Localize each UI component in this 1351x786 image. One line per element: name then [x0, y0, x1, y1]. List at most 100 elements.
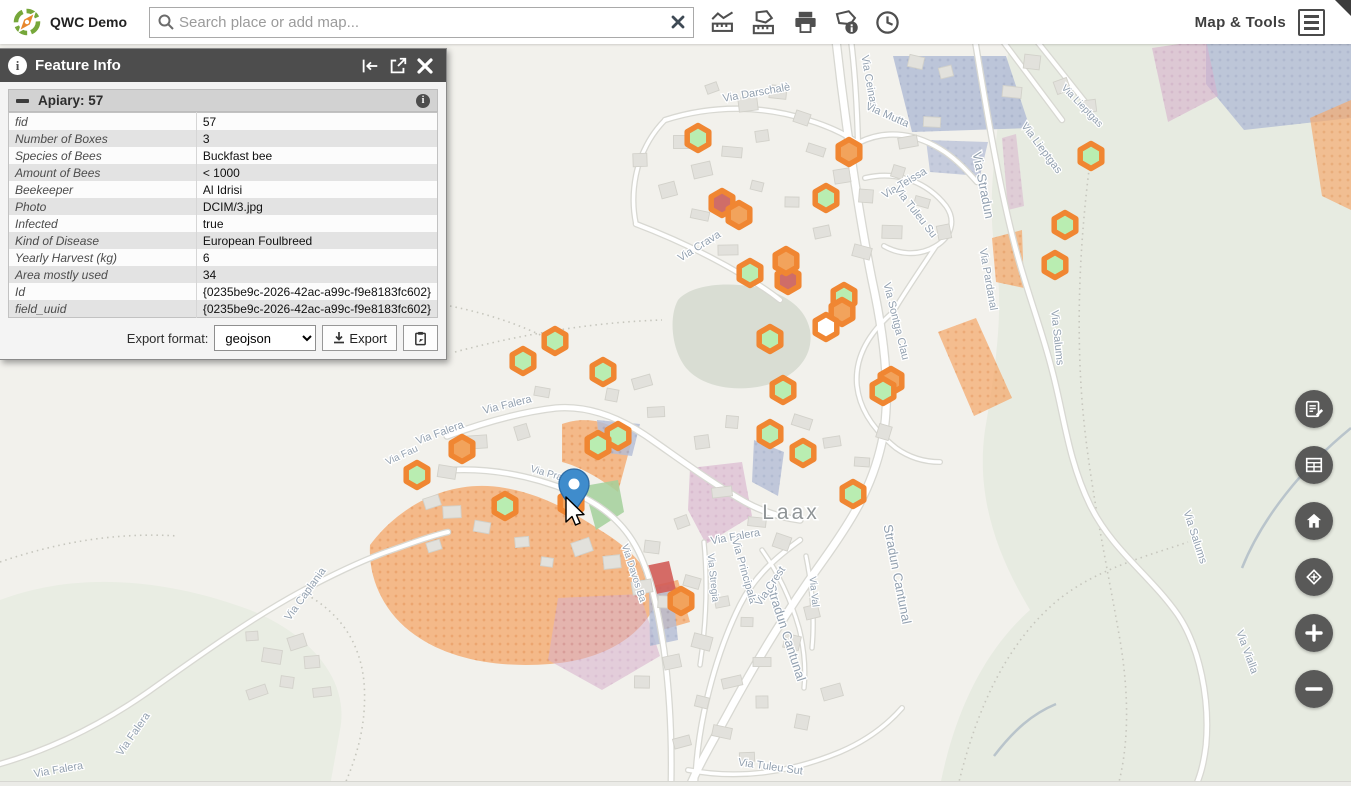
panel-title: Feature Info [35, 57, 356, 74]
attribute-row: Yearly Harvest (kg)6 [9, 249, 438, 266]
building [823, 436, 841, 449]
attribute-label: fid [9, 113, 197, 131]
apiary-hexagon-marker[interactable] [842, 482, 864, 507]
export-button[interactable]: Export [322, 325, 397, 351]
bottom-bar [0, 781, 1351, 786]
attribute-table-button[interactable] [1295, 446, 1333, 484]
attribute-row: PhotoDCIM/3.jpg [9, 198, 438, 215]
attribute-value: European Foulbreed [196, 232, 437, 249]
collapse-icon[interactable] [16, 99, 29, 103]
apiary-hexagon-marker[interactable] [687, 126, 709, 151]
apiary-hexagon-marker[interactable] [670, 589, 692, 614]
attribute-label: Species of Bees [9, 147, 197, 164]
sketch-button[interactable] [1295, 390, 1333, 428]
search-input[interactable] [175, 14, 663, 31]
attribute-label: Area mostly used [9, 266, 197, 283]
apiary-hexagon-marker[interactable] [792, 441, 814, 466]
attribute-row: Id{0235be9c-2026-42ac-a99c-f9e8183fc602} [9, 283, 438, 300]
attribute-value: 6 [196, 249, 437, 266]
attribute-label: Infected [9, 215, 197, 232]
corner-decoration [1335, 0, 1351, 16]
detach-icon[interactable] [384, 56, 412, 76]
apiary-hexagon-marker[interactable] [587, 433, 609, 458]
attribute-value: Buckfast bee [196, 147, 437, 164]
app-menu-button[interactable] [1298, 9, 1325, 36]
apiary-hexagon-marker[interactable] [406, 463, 428, 488]
building [756, 696, 768, 708]
feature-section-header[interactable]: Apiary: 57 i [8, 89, 438, 112]
attribute-label: Beekeeper [9, 181, 197, 198]
close-icon[interactable] [412, 57, 438, 75]
attribute-row: Kind of DiseaseEuropean Foulbreed [9, 232, 438, 249]
apiary-hexagon-marker[interactable] [592, 360, 614, 385]
apiary-hexagon-marker[interactable] [1054, 213, 1076, 238]
landuse-polygon [940, 40, 1351, 786]
measure-area-icon[interactable] [749, 7, 780, 38]
export-download-icon [332, 331, 346, 345]
apiary-hexagon-marker[interactable] [494, 494, 516, 519]
attribute-value: 57 [196, 113, 437, 131]
top-toolbar: QWC Demo [0, 0, 1351, 44]
apiary-hexagon-marker[interactable] [512, 349, 534, 374]
apiary-hexagon-marker[interactable] [815, 186, 837, 211]
measure-icon[interactable] [708, 7, 739, 38]
plus-icon [1305, 624, 1323, 642]
building [718, 245, 738, 255]
locate-button[interactable] [1295, 558, 1333, 596]
apiary-hexagon-marker[interactable] [451, 437, 473, 462]
feature-info-icon[interactable]: i [416, 94, 430, 108]
table-icon [1304, 455, 1324, 475]
apiary-hexagon-marker[interactable] [739, 261, 761, 286]
attribute-row: field_uuid{0235be9c-2026-42ac-a99c-f9e81… [9, 300, 438, 318]
attribute-value: {0235be9c-2026-42ac-a99c-f9e8183fc602} [196, 300, 437, 318]
clipboard-button[interactable] [403, 325, 438, 351]
building [644, 540, 660, 554]
print-icon[interactable] [790, 7, 821, 38]
building [833, 168, 851, 184]
identify-region-icon[interactable] [831, 7, 862, 38]
attribute-row: Species of BeesBuckfast bee [9, 147, 438, 164]
zoom-out-button[interactable] [1295, 670, 1333, 708]
building [280, 676, 294, 689]
apiary-hexagon-marker[interactable] [544, 329, 566, 354]
apiary-hexagon-marker[interactable] [815, 315, 837, 340]
attribute-label: Number of Boxes [9, 130, 197, 147]
apiary-hexagon-marker[interactable] [775, 249, 797, 274]
attribute-row: Amount of Bees< 1000 [9, 164, 438, 181]
building [1023, 54, 1041, 70]
dock-icon[interactable] [356, 56, 384, 76]
toolbar-tools [708, 7, 903, 38]
apiary-hexagon-marker[interactable] [1044, 253, 1066, 278]
apiary-hexagon-marker[interactable] [838, 140, 860, 165]
apiary-hexagon-marker[interactable] [728, 203, 750, 228]
attribute-label: Kind of Disease [9, 232, 197, 249]
attribute-table: fid57Number of Boxes3Species of BeesBuck… [8, 112, 438, 318]
apiary-hexagon-marker[interactable] [759, 422, 781, 447]
home-button[interactable] [1295, 502, 1333, 540]
crosshair-icon [1304, 567, 1324, 587]
apiary-hexagon-marker[interactable] [772, 378, 794, 403]
map-tools-label[interactable]: Map & Tools [1195, 14, 1286, 31]
building [694, 435, 710, 450]
search-box [149, 7, 694, 38]
apiary-hexagon-marker[interactable] [872, 379, 894, 404]
search-clear-icon[interactable] [663, 15, 693, 29]
attribute-value: 34 [196, 266, 437, 283]
building [262, 648, 283, 665]
building [313, 687, 332, 698]
building [246, 631, 259, 641]
app-title: QWC Demo [50, 14, 127, 30]
feature-info-panel: i Feature Info Apiary: 57 i fid57Number … [0, 48, 447, 360]
apiary-hexagon-marker[interactable] [1080, 144, 1102, 169]
export-format-select[interactable]: geojson [214, 325, 316, 351]
attribute-value: 3 [196, 130, 437, 147]
feature-info-header: i Feature Info [0, 49, 446, 82]
building [859, 189, 874, 203]
apiary-hexagon-marker[interactable] [759, 327, 781, 352]
zoom-in-button[interactable] [1295, 614, 1333, 652]
attribute-value: DCIM/3.jpg [196, 198, 437, 215]
clipboard-icon [413, 331, 428, 346]
attribute-label: Id [9, 283, 197, 300]
time-manager-icon[interactable] [872, 7, 903, 38]
building [753, 658, 771, 667]
